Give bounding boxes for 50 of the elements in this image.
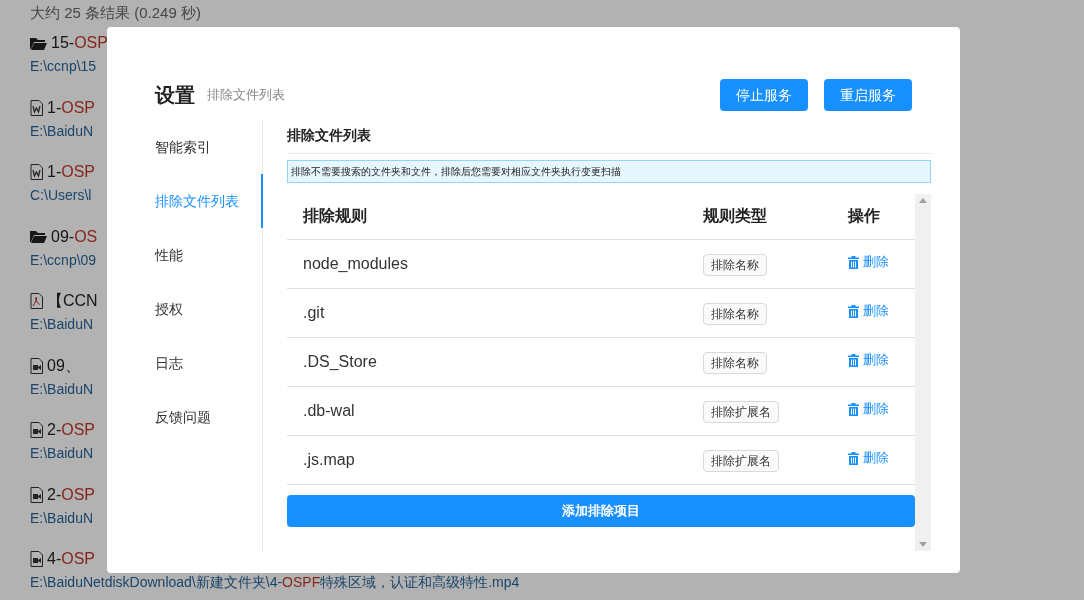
rule-type-button[interactable]: 排除名称 [703,302,767,325]
video-file-icon [30,422,43,438]
dialog-title: 设置 [155,83,195,108]
table-cell: .db-wal [287,386,687,435]
rule-type-button[interactable]: 排除名称 [703,351,767,374]
scroll-up-icon[interactable] [919,198,927,203]
sidebar-item[interactable]: 性能 [155,228,262,282]
rule-type-button[interactable]: 排除扩展名 [703,449,779,472]
result-title[interactable]: 09、 [47,355,81,376]
video-file-icon [30,357,43,374]
section-title: 排除文件列表 [287,119,931,154]
trash-icon [848,304,860,318]
trash-icon [848,402,860,416]
trash-icon [848,353,860,367]
folder-icon [30,36,47,50]
table-cell: .js.map [287,435,687,484]
scrollbar[interactable] [915,194,931,551]
column-header: 规则类型 [687,194,809,239]
sidebar-item[interactable]: 反馈问题 [155,390,262,444]
table-cell: node_modules [287,239,687,288]
rule-type-button[interactable]: 排除扩展名 [703,400,779,423]
results-summary: 大约 25 条结果 (0.249 秒) [30,5,202,23]
rule-type-button[interactable]: 排除名称 [703,253,767,276]
pdf-document-icon [30,293,43,309]
word-document-icon [30,164,43,180]
table-cell: .DS_Store [287,337,687,386]
video-file-icon [30,486,43,503]
trash-icon [848,451,860,465]
table-cell: .git [287,288,687,337]
sidebar-item[interactable]: 智能索引 [155,120,262,174]
result-title[interactable]: 2-OSP [47,420,96,440]
file-path[interactable]: E:\BaiduNetdiskDownload\新建文件夹\4-OSPF特殊区域，认证和高级特性.mp4 [30,573,1084,591]
result-title[interactable]: 09-OS [51,226,98,247]
result-title[interactable]: 15-OSP [51,33,108,53]
result-title[interactable]: 【CCN [47,291,98,311]
dialog-subtitle: 排除文件列表 [207,86,285,105]
sidebar-item[interactable]: 授权 [155,282,262,336]
video-file-icon [30,551,43,567]
trash-icon [848,255,860,269]
result-title[interactable]: 2-OSP [47,484,96,505]
column-header: 操作 [808,194,915,239]
result-title[interactable]: 1-OSP [47,97,96,118]
sidebar-item[interactable]: 日志 [155,336,262,390]
scroll-down-icon[interactable] [919,542,927,547]
notice-banner: 排除不需要搜索的文件夹和文件，排除后您需要对相应文件夹执行变更扫描 [287,160,931,183]
folder-icon [30,230,47,243]
result-title[interactable]: 1-OSP [47,162,96,182]
word-document-icon [30,99,43,116]
result-title[interactable]: 4-OSP [47,549,96,569]
column-header: 排除规则 [287,194,687,239]
